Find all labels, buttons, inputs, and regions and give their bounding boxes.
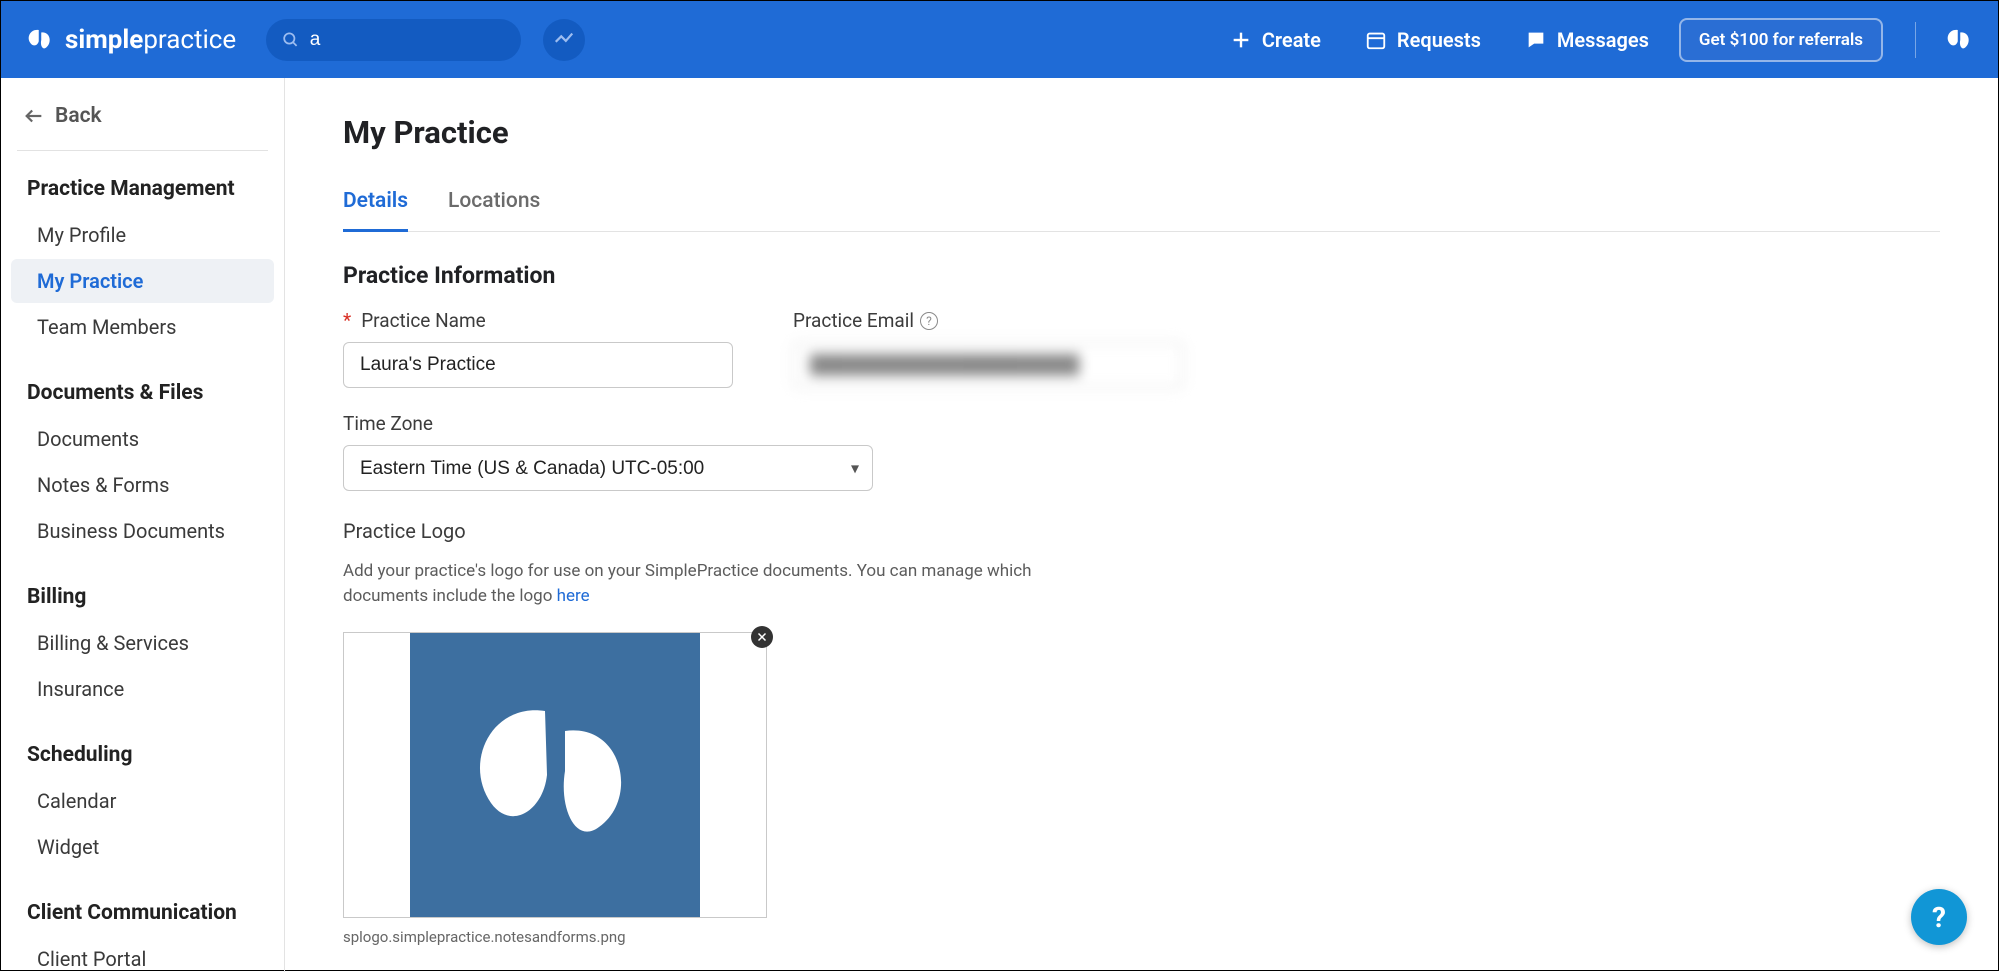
sidebar-item-documents[interactable]: Documents [11, 417, 274, 461]
main-content: My Practice Details Locations Practice In… [285, 78, 1998, 972]
sidebar-divider [17, 150, 268, 151]
sidebar-group-title: Client Communication [1, 895, 284, 935]
timezone-field: Time Zone Eastern Time (US & Canada) UTC… [343, 412, 1940, 491]
practice-email-input[interactable] [793, 342, 1183, 388]
logo-image [410, 633, 700, 917]
tab-details[interactable]: Details [343, 179, 408, 232]
logo-label: Practice Logo [343, 519, 1940, 543]
arrow-left-icon [23, 105, 45, 127]
sidebar-item-notes-forms[interactable]: Notes & Forms [11, 463, 274, 507]
sidebar-item-my-practice[interactable]: My Practice [11, 259, 274, 303]
logo-preview [343, 632, 767, 918]
sidebar-item-insurance[interactable]: Insurance [11, 667, 274, 711]
help-fab[interactable]: ? [1911, 889, 1967, 945]
back-label: Back [55, 104, 102, 128]
help-icon[interactable]: ? [920, 312, 938, 330]
plus-icon [1230, 29, 1252, 51]
section-heading: Practice Information [343, 262, 1940, 289]
remove-logo-button[interactable] [751, 626, 773, 648]
practice-email-label: Practice Email [793, 309, 914, 332]
required-asterisk: * [343, 309, 351, 332]
practice-name-input[interactable] [343, 342, 733, 388]
sidebar-group-title: Scheduling [1, 737, 284, 777]
close-icon [756, 631, 768, 643]
referral-button[interactable]: Get $100 for referrals [1679, 18, 1883, 62]
practice-email-field: Practice Email ? [793, 309, 1183, 388]
search-input[interactable] [310, 29, 505, 51]
sidebar-item-business-documents[interactable]: Business Documents [11, 509, 274, 553]
nav-requests-label: Requests [1397, 28, 1481, 52]
tabs: Details Locations [343, 179, 1940, 232]
calendar-icon [1365, 29, 1387, 51]
butterfly-icon [455, 695, 655, 855]
timezone-select[interactable]: Eastern Time (US & Canada) UTC-05:00 [343, 445, 873, 491]
nav-messages[interactable]: Messages [1511, 28, 1663, 52]
search-icon [282, 30, 300, 50]
practice-name-label: Practice Name [361, 309, 486, 332]
practice-name-field: * Practice Name [343, 309, 733, 388]
brand-logo[interactable]: simplepractice [25, 25, 236, 55]
tab-locations[interactable]: Locations [448, 179, 540, 231]
sidebar-item-billing-services[interactable]: Billing & Services [11, 621, 274, 665]
back-link[interactable]: Back [1, 98, 284, 150]
logo-field: Practice Logo Add your practice's logo f… [343, 519, 1940, 946]
nav-requests[interactable]: Requests [1351, 28, 1495, 52]
chat-icon [1525, 29, 1547, 51]
timezone-label: Time Zone [343, 412, 1940, 435]
topbar: simplepractice Create Requests Messages … [1, 1, 1998, 78]
nav-messages-label: Messages [1557, 28, 1649, 52]
sidebar-item-widget[interactable]: Widget [11, 825, 274, 869]
brand-light: practice [143, 25, 236, 55]
sidebar-group-title: Billing [1, 579, 284, 619]
sidebar-group-title: Practice Management [1, 171, 284, 211]
nav-create-label: Create [1262, 28, 1321, 52]
logo-filename: splogo.simplepractice.notesandforms.png [343, 928, 1940, 946]
sidebar-group-title: Documents & Files [1, 375, 284, 415]
sidebar-item-my-profile[interactable]: My Profile [11, 213, 274, 257]
sidebar-item-team-members[interactable]: Team Members [11, 305, 274, 349]
sidebar-item-calendar[interactable]: Calendar [11, 779, 274, 823]
logo-description: Add your practice's logo for use on your… [343, 559, 1103, 608]
page-title: My Practice [343, 114, 1940, 151]
nav-create[interactable]: Create [1216, 28, 1335, 52]
settings-sidebar: Back Practice ManagementMy ProfileMy Pra… [1, 78, 285, 972]
brand-strong: simple [65, 25, 143, 55]
topbar-divider [1915, 22, 1916, 58]
global-search[interactable] [266, 19, 521, 61]
sidebar-item-client-portal[interactable]: Client Portal [11, 937, 274, 972]
analytics-button[interactable] [543, 19, 585, 61]
logo-manage-link[interactable]: here [557, 586, 590, 606]
chart-icon [553, 29, 575, 51]
butterfly-icon [25, 25, 55, 55]
account-butterfly-icon[interactable] [1944, 25, 1974, 55]
